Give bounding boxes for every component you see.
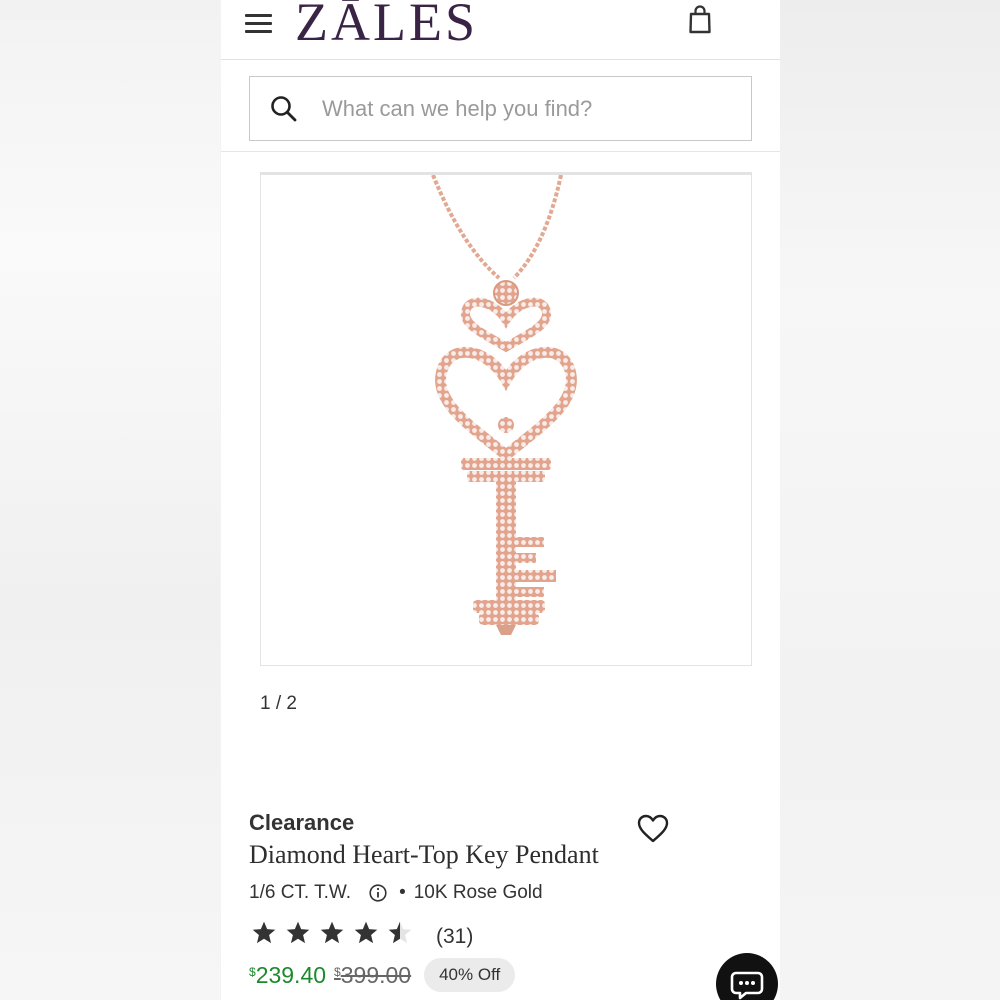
clearance-tag: Clearance	[249, 810, 355, 835]
wishlist-heart-icon[interactable]	[637, 814, 669, 844]
image-pager: 1 / 2	[260, 693, 297, 714]
spec-separator: •	[399, 882, 406, 903]
product-image[interactable]	[260, 172, 752, 666]
shopping-bag-icon[interactable]	[687, 4, 713, 34]
star-full-icon	[354, 921, 378, 944]
search-icon[interactable]	[270, 95, 298, 123]
zales-logo[interactable]: ZĀLES	[295, 0, 478, 50]
price-row: $239.40 $399.00 40% Off	[249, 958, 516, 992]
key-pendant-image	[431, 174, 577, 635]
sale-price: $239.40	[249, 961, 327, 988]
site-header: ZĀLES	[221, 0, 780, 60]
product-specs: 1/6 CT. T.W. • 10K Rose Gold	[249, 882, 543, 904]
star-full-icon	[320, 921, 344, 944]
star-full-icon	[252, 921, 276, 944]
metal-type: 10K Rose Gold	[413, 882, 543, 903]
search-input[interactable]	[322, 91, 732, 127]
original-price: $399.00	[334, 961, 412, 988]
chat-icon	[730, 971, 764, 1000]
product-title: Diamond Heart-Top Key Pendant	[249, 840, 599, 869]
star-full-icon	[286, 921, 310, 944]
star-half-icon	[388, 921, 412, 944]
search-box[interactable]	[249, 76, 752, 141]
rating-stars[interactable]	[251, 920, 421, 946]
info-icon[interactable]	[369, 884, 387, 902]
discount-badge: 40% Off	[424, 958, 516, 992]
mobile-page: ZĀLES What can we help you find? 1 / 2 C…	[221, 0, 780, 1000]
hamburger-menu-icon[interactable]	[244, 8, 274, 36]
carat-weight: 1/6 CT. T.W.	[249, 882, 352, 903]
search-bar-area	[221, 61, 780, 152]
chat-button[interactable]	[716, 953, 778, 1000]
review-count[interactable]: (31)	[436, 925, 473, 949]
background-left	[0, 0, 220, 1000]
background-right	[780, 0, 1000, 1000]
